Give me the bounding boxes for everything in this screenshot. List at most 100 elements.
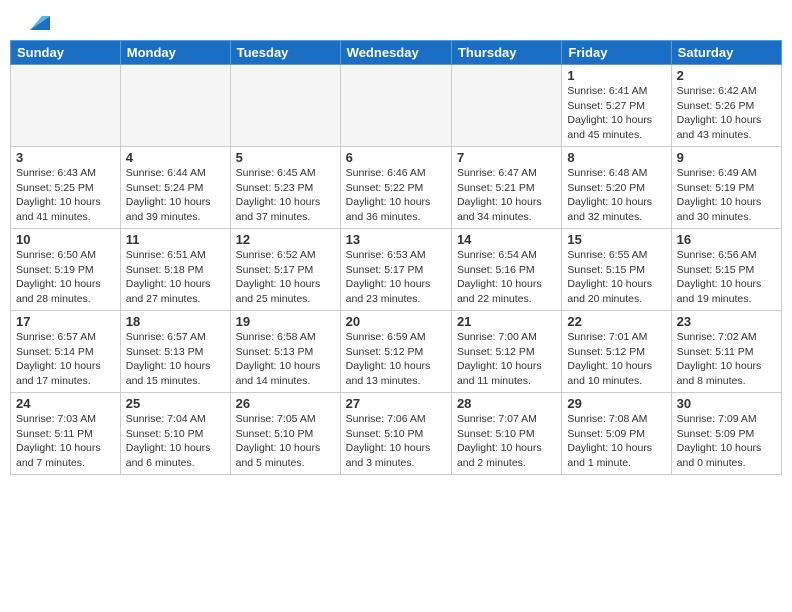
day-info: Sunrise: 6:41 AMSunset: 5:27 PMDaylight:… [567, 84, 665, 143]
calendar-day-empty-0-4 [451, 65, 561, 147]
calendar-day-15: 15Sunrise: 6:55 AMSunset: 5:15 PMDayligh… [562, 229, 671, 311]
day-number: 23 [677, 314, 776, 329]
day-number: 8 [567, 150, 665, 165]
calendar-day-22: 22Sunrise: 7:01 AMSunset: 5:12 PMDayligh… [562, 311, 671, 393]
day-info: Sunrise: 6:48 AMSunset: 5:20 PMDaylight:… [567, 166, 665, 225]
day-number: 20 [346, 314, 446, 329]
day-number: 1 [567, 68, 665, 83]
day-number: 7 [457, 150, 556, 165]
calendar-day-11: 11Sunrise: 6:51 AMSunset: 5:18 PMDayligh… [120, 229, 230, 311]
calendar-day-9: 9Sunrise: 6:49 AMSunset: 5:19 PMDaylight… [671, 147, 781, 229]
calendar-day-26: 26Sunrise: 7:05 AMSunset: 5:10 PMDayligh… [230, 393, 340, 475]
calendar-day-23: 23Sunrise: 7:02 AMSunset: 5:11 PMDayligh… [671, 311, 781, 393]
calendar-day-28: 28Sunrise: 7:07 AMSunset: 5:10 PMDayligh… [451, 393, 561, 475]
calendar-day-7: 7Sunrise: 6:47 AMSunset: 5:21 PMDaylight… [451, 147, 561, 229]
day-number: 9 [677, 150, 776, 165]
day-info: Sunrise: 7:02 AMSunset: 5:11 PMDaylight:… [677, 330, 776, 389]
day-number: 16 [677, 232, 776, 247]
day-info: Sunrise: 6:59 AMSunset: 5:12 PMDaylight:… [346, 330, 446, 389]
day-number: 25 [126, 396, 225, 411]
calendar-day-16: 16Sunrise: 6:56 AMSunset: 5:15 PMDayligh… [671, 229, 781, 311]
day-number: 6 [346, 150, 446, 165]
calendar-day-30: 30Sunrise: 7:09 AMSunset: 5:09 PMDayligh… [671, 393, 781, 475]
day-info: Sunrise: 6:52 AMSunset: 5:17 PMDaylight:… [236, 248, 335, 307]
day-info: Sunrise: 6:55 AMSunset: 5:15 PMDaylight:… [567, 248, 665, 307]
day-info: Sunrise: 6:57 AMSunset: 5:14 PMDaylight:… [16, 330, 115, 389]
day-info: Sunrise: 6:57 AMSunset: 5:13 PMDaylight:… [126, 330, 225, 389]
day-number: 18 [126, 314, 225, 329]
day-number: 28 [457, 396, 556, 411]
day-number: 15 [567, 232, 665, 247]
calendar-day-12: 12Sunrise: 6:52 AMSunset: 5:17 PMDayligh… [230, 229, 340, 311]
calendar-header-friday: Friday [562, 41, 671, 65]
calendar-day-17: 17Sunrise: 6:57 AMSunset: 5:14 PMDayligh… [11, 311, 121, 393]
day-info: Sunrise: 6:58 AMSunset: 5:13 PMDaylight:… [236, 330, 335, 389]
day-number: 27 [346, 396, 446, 411]
calendar-header-thursday: Thursday [451, 41, 561, 65]
calendar-day-20: 20Sunrise: 6:59 AMSunset: 5:12 PMDayligh… [340, 311, 451, 393]
calendar-day-2: 2Sunrise: 6:42 AMSunset: 5:26 PMDaylight… [671, 65, 781, 147]
calendar-day-21: 21Sunrise: 7:00 AMSunset: 5:12 PMDayligh… [451, 311, 561, 393]
calendar-day-6: 6Sunrise: 6:46 AMSunset: 5:22 PMDaylight… [340, 147, 451, 229]
day-info: Sunrise: 6:49 AMSunset: 5:19 PMDaylight:… [677, 166, 776, 225]
day-number: 4 [126, 150, 225, 165]
calendar-day-empty-0-3 [340, 65, 451, 147]
day-info: Sunrise: 7:04 AMSunset: 5:10 PMDaylight:… [126, 412, 225, 471]
day-number: 11 [126, 232, 225, 247]
day-info: Sunrise: 6:56 AMSunset: 5:15 PMDaylight:… [677, 248, 776, 307]
calendar-week-4: 17Sunrise: 6:57 AMSunset: 5:14 PMDayligh… [11, 311, 782, 393]
calendar-day-3: 3Sunrise: 6:43 AMSunset: 5:25 PMDaylight… [11, 147, 121, 229]
day-info: Sunrise: 6:51 AMSunset: 5:18 PMDaylight:… [126, 248, 225, 307]
day-number: 3 [16, 150, 115, 165]
day-number: 5 [236, 150, 335, 165]
logo [20, 12, 50, 32]
day-info: Sunrise: 6:46 AMSunset: 5:22 PMDaylight:… [346, 166, 446, 225]
calendar-day-13: 13Sunrise: 6:53 AMSunset: 5:17 PMDayligh… [340, 229, 451, 311]
day-number: 29 [567, 396, 665, 411]
calendar-header-sunday: Sunday [11, 41, 121, 65]
day-info: Sunrise: 6:43 AMSunset: 5:25 PMDaylight:… [16, 166, 115, 225]
day-number: 17 [16, 314, 115, 329]
day-number: 21 [457, 314, 556, 329]
calendar-day-27: 27Sunrise: 7:06 AMSunset: 5:10 PMDayligh… [340, 393, 451, 475]
calendar-week-2: 3Sunrise: 6:43 AMSunset: 5:25 PMDaylight… [11, 147, 782, 229]
day-info: Sunrise: 6:42 AMSunset: 5:26 PMDaylight:… [677, 84, 776, 143]
day-number: 13 [346, 232, 446, 247]
day-info: Sunrise: 7:00 AMSunset: 5:12 PMDaylight:… [457, 330, 556, 389]
day-number: 2 [677, 68, 776, 83]
day-number: 10 [16, 232, 115, 247]
calendar-day-empty-0-0 [11, 65, 121, 147]
day-info: Sunrise: 6:54 AMSunset: 5:16 PMDaylight:… [457, 248, 556, 307]
calendar-day-4: 4Sunrise: 6:44 AMSunset: 5:24 PMDaylight… [120, 147, 230, 229]
day-info: Sunrise: 7:01 AMSunset: 5:12 PMDaylight:… [567, 330, 665, 389]
logo-icon [22, 12, 50, 32]
day-info: Sunrise: 7:09 AMSunset: 5:09 PMDaylight:… [677, 412, 776, 471]
calendar-day-19: 19Sunrise: 6:58 AMSunset: 5:13 PMDayligh… [230, 311, 340, 393]
calendar-header-saturday: Saturday [671, 41, 781, 65]
day-info: Sunrise: 6:47 AMSunset: 5:21 PMDaylight:… [457, 166, 556, 225]
calendar-header-row: SundayMondayTuesdayWednesdayThursdayFrid… [11, 41, 782, 65]
day-info: Sunrise: 6:53 AMSunset: 5:17 PMDaylight:… [346, 248, 446, 307]
calendar-week-5: 24Sunrise: 7:03 AMSunset: 5:11 PMDayligh… [11, 393, 782, 475]
calendar-week-3: 10Sunrise: 6:50 AMSunset: 5:19 PMDayligh… [11, 229, 782, 311]
day-info: Sunrise: 6:45 AMSunset: 5:23 PMDaylight:… [236, 166, 335, 225]
day-info: Sunrise: 7:08 AMSunset: 5:09 PMDaylight:… [567, 412, 665, 471]
day-info: Sunrise: 6:50 AMSunset: 5:19 PMDaylight:… [16, 248, 115, 307]
day-info: Sunrise: 7:05 AMSunset: 5:10 PMDaylight:… [236, 412, 335, 471]
calendar-day-24: 24Sunrise: 7:03 AMSunset: 5:11 PMDayligh… [11, 393, 121, 475]
calendar-day-25: 25Sunrise: 7:04 AMSunset: 5:10 PMDayligh… [120, 393, 230, 475]
day-number: 12 [236, 232, 335, 247]
calendar-day-1: 1Sunrise: 6:41 AMSunset: 5:27 PMDaylight… [562, 65, 671, 147]
calendar-day-10: 10Sunrise: 6:50 AMSunset: 5:19 PMDayligh… [11, 229, 121, 311]
page-header [0, 0, 792, 40]
day-number: 26 [236, 396, 335, 411]
calendar-day-29: 29Sunrise: 7:08 AMSunset: 5:09 PMDayligh… [562, 393, 671, 475]
calendar-day-18: 18Sunrise: 6:57 AMSunset: 5:13 PMDayligh… [120, 311, 230, 393]
calendar-header-tuesday: Tuesday [230, 41, 340, 65]
calendar-day-empty-0-1 [120, 65, 230, 147]
day-number: 30 [677, 396, 776, 411]
day-number: 22 [567, 314, 665, 329]
calendar-table: SundayMondayTuesdayWednesdayThursdayFrid… [10, 40, 782, 475]
calendar-header-wednesday: Wednesday [340, 41, 451, 65]
day-info: Sunrise: 6:44 AMSunset: 5:24 PMDaylight:… [126, 166, 225, 225]
